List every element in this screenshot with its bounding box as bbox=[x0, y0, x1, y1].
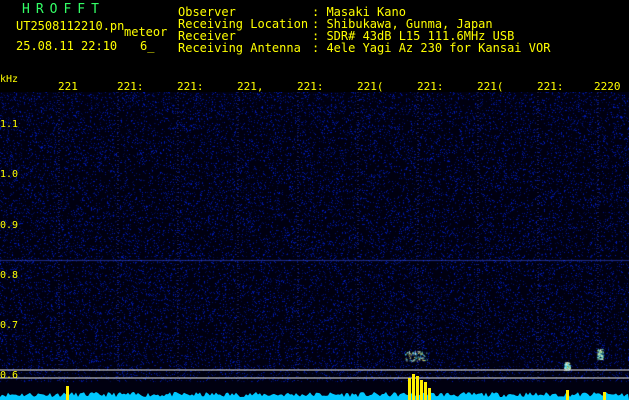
freq-unit-label: kHz bbox=[0, 74, 19, 85]
freq-tick-label: 1.0 bbox=[0, 169, 19, 180]
spectrum-peak bbox=[408, 378, 411, 400]
spectrum-peak bbox=[416, 376, 419, 400]
spectrum-peak bbox=[420, 380, 423, 400]
time-tick-label: 221: bbox=[297, 80, 324, 93]
tag-label: meteor bbox=[124, 25, 168, 39]
filename-label: UT2508112210.pn bbox=[16, 19, 125, 33]
spectrum-peak bbox=[603, 392, 606, 400]
time-tick-label: 221( bbox=[357, 80, 384, 93]
freq-tick-label: 1.1 bbox=[0, 119, 19, 130]
freq-tick-label: 0.7 bbox=[0, 320, 19, 331]
header-panel: HROFFT UT2508112210.pn meteor 25.08.11 2… bbox=[0, 0, 629, 72]
count-label: 6_ bbox=[140, 39, 155, 53]
spectrum-peak bbox=[66, 386, 69, 400]
time-tick-label: 221: bbox=[537, 80, 564, 93]
time-tick-label: 2220 bbox=[594, 80, 621, 93]
time-tick-label: 221 bbox=[58, 80, 78, 93]
waterfall-overlay bbox=[0, 92, 629, 400]
time-tick-label: 221( bbox=[477, 80, 504, 93]
time-tick-label: 221: bbox=[177, 80, 204, 93]
spectrum-trace bbox=[0, 392, 629, 400]
spectrum-peak bbox=[428, 388, 431, 400]
freq-tick-label: 0.9 bbox=[0, 220, 19, 231]
antenna-value: : 4ele Yagi Az 230 for Kansai VOR bbox=[312, 41, 551, 55]
freq-tick-label: 0.6 bbox=[0, 370, 19, 381]
freq-tick-label: 0.8 bbox=[0, 270, 19, 281]
time-tick-label: 221: bbox=[417, 80, 444, 93]
spectrum-peak bbox=[412, 374, 415, 400]
spectrum-peak bbox=[566, 390, 569, 400]
spectrum-peak bbox=[424, 382, 427, 400]
antenna-label: Receiving Antenna bbox=[178, 41, 301, 55]
date-label: 25.08.11 22:10 bbox=[16, 39, 118, 53]
time-tick-label: 221: bbox=[117, 80, 144, 93]
time-tick-label: 221, bbox=[237, 80, 264, 93]
brand-label: HROFFT bbox=[22, 2, 105, 17]
